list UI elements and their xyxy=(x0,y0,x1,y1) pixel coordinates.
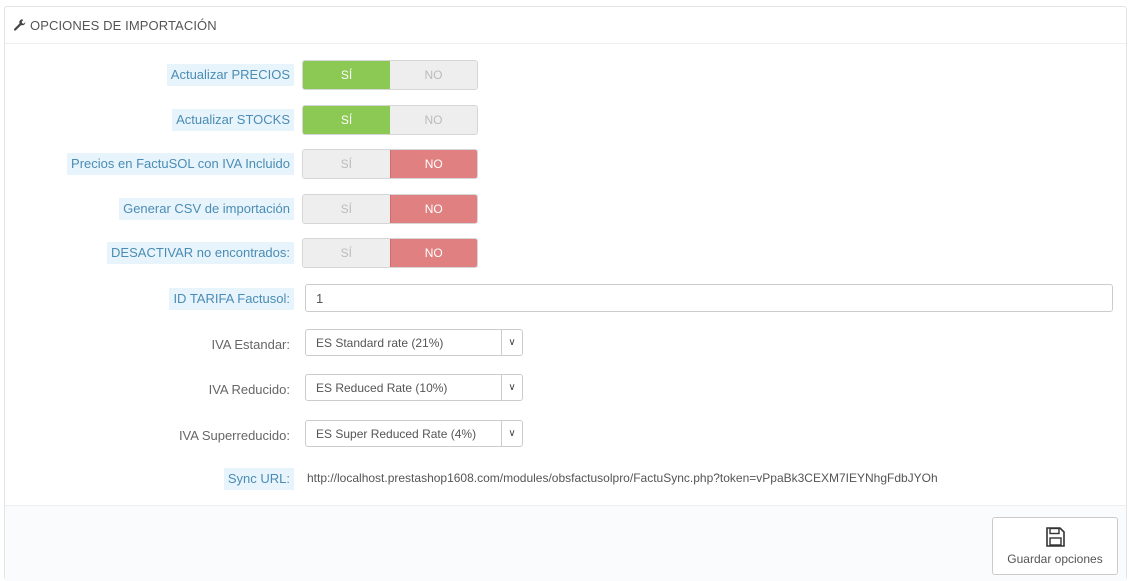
iva-super-reduced-label: IVA Superreducido: xyxy=(178,427,290,443)
iva-standard-label: IVA Estandar: xyxy=(211,336,290,352)
iva-super-reduced-row: IVA Superreducido: ES Super Reduced Rate… xyxy=(5,420,1126,450)
iva-reduced-label: IVA Reducido: xyxy=(208,381,290,397)
select-value: ES Super Reduced Rate (4%) xyxy=(316,426,477,441)
switch-label: Precios en FactuSOL con IVA Incluido xyxy=(67,153,294,175)
toggle-yes-option[interactable]: SÍ xyxy=(303,150,390,178)
toggle-no-option[interactable]: NO xyxy=(390,106,477,134)
panel-heading: OPCIONES DE IMPORTACIÓN xyxy=(5,7,1126,44)
chevron-down-icon[interactable]: ∨ xyxy=(501,375,522,400)
iva-super-reduced-select[interactable]: ES Super Reduced Rate (4%) ∨ xyxy=(305,420,523,447)
toggle-no-option[interactable]: NO xyxy=(389,239,477,267)
sync-url-row: Sync URL: http://localhost.prestashop160… xyxy=(5,464,1126,494)
iva-included-toggle[interactable]: SÍ NO xyxy=(302,149,478,179)
tarifa-label: ID TARIFA Factusol: xyxy=(169,288,294,310)
toggle-yes-option[interactable]: SÍ xyxy=(303,61,390,89)
sync-url-value: http://localhost.prestashop1608.com/modu… xyxy=(307,471,938,485)
stocks-toggle[interactable]: SÍ NO xyxy=(302,105,478,135)
switch-row-csv: Generar CSV de importación SÍ NO xyxy=(5,194,1126,224)
save-options-label: Guardar opciones xyxy=(1007,552,1103,566)
select-value: ES Reduced Rate (10%) xyxy=(316,380,448,395)
import-options-panel: OPCIONES DE IMPORTACIÓN Actualizar PRECI… xyxy=(4,6,1127,581)
chevron-down-icon[interactable]: ∨ xyxy=(501,421,522,446)
switch-row-stocks: Actualizar STOCKS SÍ NO xyxy=(5,105,1126,135)
toggle-yes-option[interactable]: SÍ xyxy=(303,106,390,134)
toggle-no-option[interactable]: NO xyxy=(389,150,477,178)
tarifa-row: ID TARIFA Factusol: 1 xyxy=(5,284,1126,314)
wrench-icon xyxy=(13,18,27,32)
switch-row-iva-included: Precios en FactuSOL con IVA Incluido SÍ … xyxy=(5,149,1126,179)
iva-reduced-select[interactable]: ES Reduced Rate (10%) ∨ xyxy=(305,374,523,401)
toggle-no-option[interactable]: NO xyxy=(389,195,477,223)
switch-label: Actualizar PRECIOS xyxy=(166,64,294,86)
csv-toggle[interactable]: SÍ NO xyxy=(302,194,478,224)
deactivate-toggle[interactable]: SÍ NO xyxy=(302,238,478,268)
select-value: ES Standard rate (21%) xyxy=(316,335,444,350)
toggle-no-option[interactable]: NO xyxy=(390,61,477,89)
switch-label: DESACTIVAR no encontrados: xyxy=(107,242,294,264)
switch-label: Actualizar STOCKS xyxy=(172,109,294,131)
floppy-disk-icon xyxy=(1044,526,1066,548)
sync-url-label: Sync URL: xyxy=(223,468,294,490)
iva-reduced-row: IVA Reducido: ES Reduced Rate (10%) ∨ xyxy=(5,374,1126,404)
save-options-button[interactable]: Guardar opciones xyxy=(992,517,1118,575)
toggle-yes-option[interactable]: SÍ xyxy=(303,195,390,223)
panel-footer: Guardar opciones xyxy=(5,505,1126,581)
panel-title: OPCIONES DE IMPORTACIÓN xyxy=(30,17,217,33)
switch-row-prices: Actualizar PRECIOS SÍ NO xyxy=(5,60,1126,90)
toggle-yes-option[interactable]: SÍ xyxy=(303,239,390,267)
iva-standard-select[interactable]: ES Standard rate (21%) ∨ xyxy=(305,329,523,356)
iva-standard-row: IVA Estandar: ES Standard rate (21%) ∨ xyxy=(5,329,1126,359)
switch-label: Generar CSV de importación xyxy=(119,198,294,220)
switch-row-deactivate: DESACTIVAR no encontrados: SÍ NO xyxy=(5,238,1126,268)
chevron-down-icon[interactable]: ∨ xyxy=(501,330,522,355)
prices-toggle[interactable]: SÍ NO xyxy=(302,60,478,90)
tarifa-input[interactable]: 1 xyxy=(305,284,1113,312)
